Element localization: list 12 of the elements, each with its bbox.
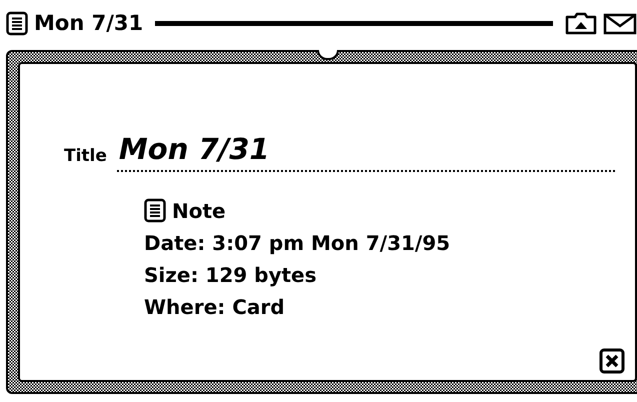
detail-line: Where: Card	[144, 295, 286, 319]
title-field[interactable]: Mon 7/31	[116, 132, 615, 172]
item-type: Note	[172, 198, 226, 222]
close-button[interactable]	[599, 348, 625, 374]
folder-tab-icon[interactable]	[565, 10, 597, 36]
note-icon	[144, 198, 166, 223]
title-label: Title	[64, 146, 107, 168]
note-icon	[6, 10, 28, 36]
header-title: Mon 7/31	[34, 11, 144, 35]
detail-line: Size: 129 bytes	[144, 263, 318, 287]
drag-handle[interactable]	[316, 50, 338, 60]
detail-line: Date: 3:07 pm Mon 7/31/95	[144, 231, 452, 255]
